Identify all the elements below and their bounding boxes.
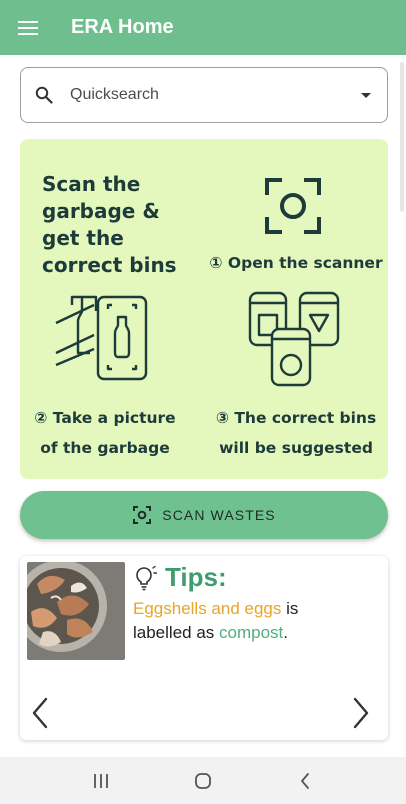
step3-caption: ③ The correct bins will be suggested bbox=[204, 403, 388, 463]
scrollbar[interactable] bbox=[400, 62, 404, 212]
next-tip-button[interactable] bbox=[346, 693, 376, 733]
hamburger-menu-icon bbox=[17, 20, 38, 35]
back-icon bbox=[301, 772, 309, 789]
home-icon bbox=[195, 772, 211, 789]
tips-card: Tips: Eggshells and eggs is labelled as c… bbox=[20, 556, 388, 740]
tip-text-end: . bbox=[283, 623, 288, 642]
recents-icon bbox=[94, 773, 108, 788]
app-title: ERA Home bbox=[71, 16, 174, 38]
scan-instructions-card: Scan the garbage & get the correct bins … bbox=[20, 139, 388, 479]
scanner-icon bbox=[265, 178, 321, 234]
tip-category: compost bbox=[219, 623, 284, 642]
system-navigation-bar bbox=[0, 757, 406, 804]
scan-wastes-button[interactable]: SCAN WASTES bbox=[20, 491, 388, 539]
step2-line2: of the garbage bbox=[40, 439, 170, 457]
back-button[interactable] bbox=[285, 761, 325, 801]
tip-text: Eggshells and eggs is labelled as compost… bbox=[133, 597, 363, 645]
menu-button[interactable] bbox=[0, 0, 55, 55]
step3-line1: ③ The correct bins bbox=[215, 409, 377, 427]
tip-item: Eggshells and eggs bbox=[133, 599, 282, 618]
lightbulb-icon bbox=[136, 565, 157, 590]
chevron-right-icon bbox=[353, 697, 369, 729]
search-placeholder: Quicksearch bbox=[70, 86, 159, 103]
phone-bottle-illustration bbox=[55, 295, 148, 381]
prev-tip-button[interactable] bbox=[25, 693, 55, 733]
tip-text-is: is bbox=[286, 599, 299, 618]
chevron-left-icon bbox=[32, 697, 48, 729]
step2-caption: ② Take a picture of the garbage bbox=[20, 403, 190, 463]
app-bar: ERA Home bbox=[0, 0, 406, 55]
step1-caption: ① Open the scanner bbox=[209, 254, 383, 272]
tips-header: Tips: bbox=[133, 562, 227, 593]
search-icon bbox=[35, 86, 53, 104]
scan-wastes-label: SCAN WASTES bbox=[162, 507, 276, 523]
quicksearch-field[interactable]: Quicksearch bbox=[20, 67, 388, 123]
dropdown-caret-icon[interactable] bbox=[361, 92, 371, 98]
tips-title: Tips: bbox=[165, 562, 227, 592]
bins-illustration bbox=[248, 291, 340, 387]
home-button[interactable] bbox=[183, 761, 223, 801]
eggshells-image bbox=[27, 562, 125, 660]
tip-text-labelled: labelled as bbox=[133, 623, 215, 642]
recents-button[interactable] bbox=[81, 761, 121, 801]
hero-title: Scan the garbage & get the correct bins bbox=[42, 172, 177, 277]
step3-line2: will be suggested bbox=[219, 439, 373, 457]
scan-icon bbox=[133, 506, 152, 524]
step2-line1: ② Take a picture bbox=[34, 409, 176, 427]
